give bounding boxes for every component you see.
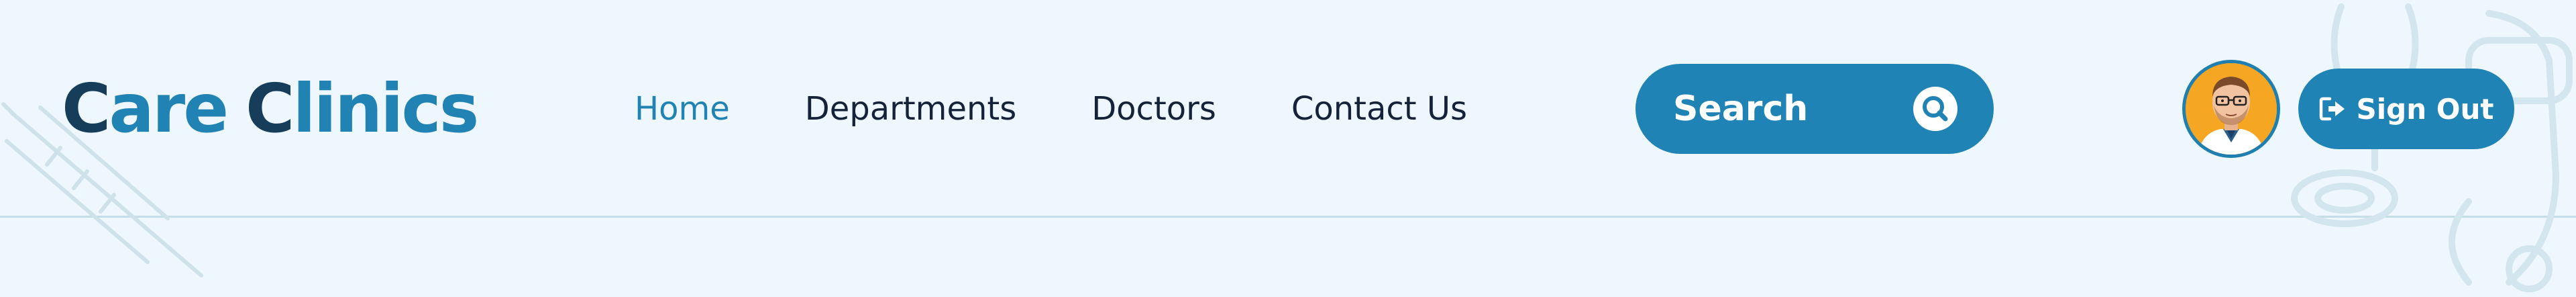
logo-letter-care: C <box>62 69 111 148</box>
search-button[interactable]: Search <box>1635 64 1994 154</box>
nav-item-contact-us[interactable]: Contact Us <box>1291 90 1467 128</box>
sign-out-button[interactable]: Sign Out <box>2298 69 2514 149</box>
doctor-avatar-icon <box>2186 63 2277 155</box>
logo-text-clinics: linics <box>292 69 479 148</box>
logo-text-care: are <box>109 69 229 148</box>
search-icon <box>1913 87 1957 131</box>
sign-out-label: Sign Out <box>2356 92 2494 126</box>
user-avatar[interactable] <box>2182 60 2280 158</box>
page: Care Clinics Home Departments Doctors Con… <box>0 0 2576 297</box>
header-bar: Care Clinics Home Departments Doctors Con… <box>0 0 2576 292</box>
brand-logo[interactable]: Care Clinics <box>62 69 479 149</box>
nav-item-departments[interactable]: Departments <box>805 90 1016 128</box>
sign-out-icon <box>2319 97 2345 121</box>
nav-item-doctors[interactable]: Doctors <box>1091 90 1216 128</box>
main-nav: Home Departments Doctors Contact Us <box>635 81 1467 137</box>
nav-item-home[interactable]: Home <box>635 90 730 128</box>
search-label: Search <box>1673 89 1809 129</box>
logo-letter-clinics: C <box>246 69 294 148</box>
